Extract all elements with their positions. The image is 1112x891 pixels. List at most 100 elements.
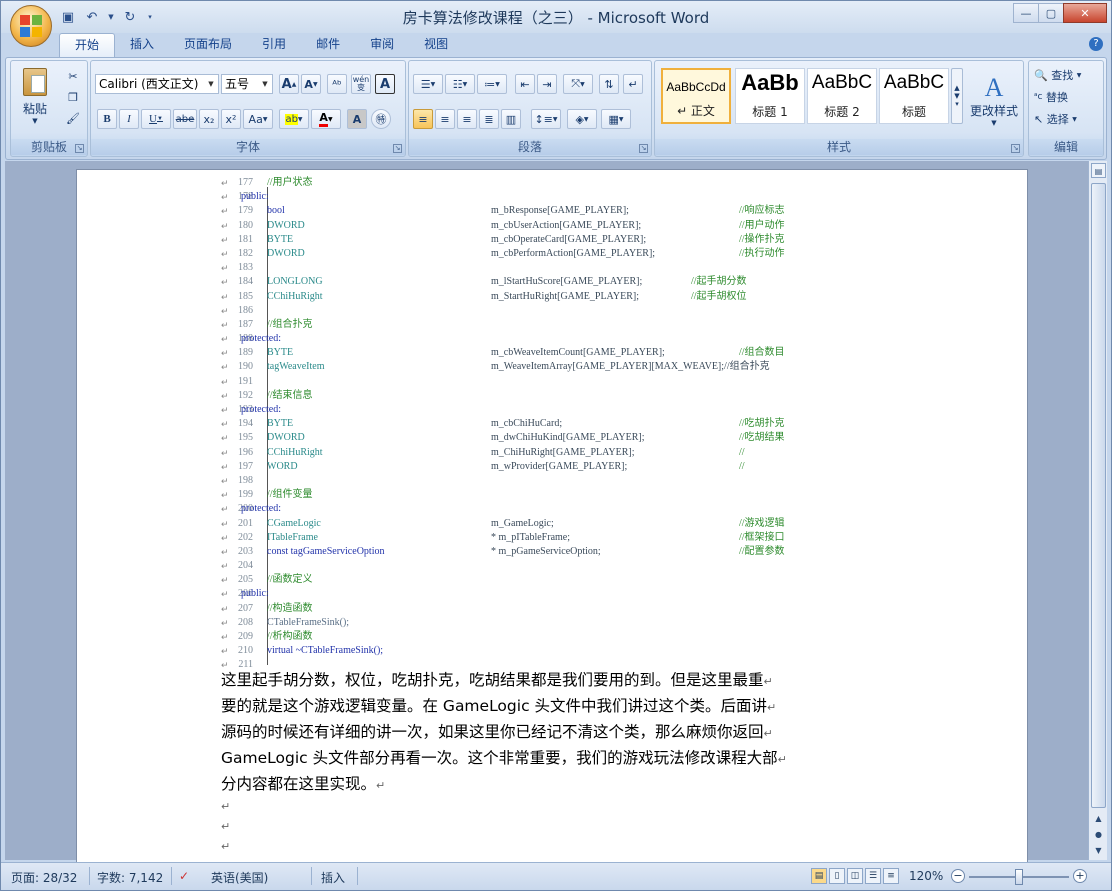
code-line: ↵ 186 [221, 304, 821, 318]
tab-page-layout[interactable]: 页面布局 [169, 33, 247, 57]
code-c1: WORD [267, 460, 298, 472]
style-heading-1[interactable]: AaBb 标题 1 [735, 68, 805, 124]
print-layout-view-icon[interactable]: ▤ [811, 868, 827, 884]
char-border-icon[interactable]: A [375, 74, 395, 94]
tab-insert[interactable]: 插入 [115, 33, 169, 57]
justify-icon[interactable]: ≣ [479, 109, 499, 129]
select-button[interactable]: ↖ 选择 ▼ [1033, 109, 1101, 129]
code-ln: 210 [238, 645, 253, 657]
styles-scroll[interactable]: ▲ ▼ ▾ [951, 68, 963, 124]
language[interactable]: 英语(美国) [211, 869, 268, 886]
subscript-button[interactable]: x₂ [199, 109, 219, 129]
tab-home[interactable]: 开始 [59, 33, 116, 57]
word-count[interactable]: 字数: 7,142 [97, 869, 163, 886]
zoom-level[interactable]: 120% [909, 869, 943, 883]
style-title[interactable]: AaBbC 标题 [879, 68, 949, 124]
line-spacing-icon[interactable]: ↕≡ ▼ [531, 109, 561, 129]
vertical-scrollbar[interactable]: ▤ ▲ ● ▼ [1088, 161, 1107, 860]
document-page[interactable]: ↵ 177 //用户状态 ↵ 178 public: ↵ 179 bool m_bResponse… [76, 169, 1028, 869]
ruler-toggle-icon[interactable]: ▤ [1091, 163, 1106, 178]
font-size-combo[interactable]: 五号 ▼ [221, 74, 273, 94]
sort-icon[interactable]: ⇅ [599, 74, 619, 94]
paste-button[interactable]: 粘贴 ▼ [17, 65, 53, 127]
cut-icon[interactable]: ✂ [63, 67, 83, 85]
decrease-indent-icon[interactable]: ⇤ [515, 74, 535, 94]
format-painter-icon[interactable]: 🖌 [63, 109, 83, 127]
maximize-button[interactable]: ▢ [1038, 3, 1064, 23]
insert-mode[interactable]: 插入 [321, 869, 345, 886]
tab-mailings[interactable]: 邮件 [301, 33, 355, 57]
align-right-icon[interactable]: ≡ [457, 109, 477, 129]
paragraph-dialog-launcher[interactable]: ↘ [639, 144, 648, 153]
draft-view-icon[interactable]: ≡ [883, 868, 899, 884]
select-browse-object-icon[interactable]: ● [1091, 827, 1106, 842]
clear-format-icon[interactable]: ᴬᵇ [327, 74, 347, 94]
code-c1: LONGLONG [267, 276, 323, 288]
highlight-button[interactable]: ab ▼ [279, 109, 309, 129]
superscript-button[interactable]: x² [221, 109, 241, 129]
code-line: ↵ 208 CTableFrameSink(); [221, 616, 821, 630]
proofing-icon[interactable]: ✓ [179, 869, 189, 883]
style-normal[interactable]: AaBbCcDd ↵ 正文 [661, 68, 731, 124]
code-c1: protected: [241, 503, 281, 515]
scroll-thumb[interactable] [1091, 183, 1106, 808]
paragraph-line: 这里起手胡分数，权位，吃胡扑克，吃胡结果都是我们要用的到。但是这里最重↵ [221, 671, 773, 689]
enclose-char-icon[interactable]: ㊕ [371, 109, 391, 129]
italic-button[interactable]: I [119, 109, 139, 129]
change-styles-button[interactable]: A 更改样式 ▼ [967, 65, 1021, 135]
char-shading-icon[interactable]: A [347, 109, 367, 129]
zoom-slider-thumb[interactable] [1015, 869, 1023, 885]
styles-dialog-launcher[interactable]: ↘ [1011, 144, 1020, 153]
chinese-layout-icon[interactable]: ⤧ ▼ [563, 74, 593, 94]
help-icon[interactable]: ? [1089, 37, 1103, 51]
shading-icon[interactable]: ◈ ▼ [567, 109, 597, 129]
shrink-font-button[interactable]: A ▼ [301, 74, 321, 94]
code-c2: m_wProvider[GAME_PLAYER]; [491, 460, 628, 472]
find-button[interactable]: 🔍 查找 ▼ [1033, 65, 1101, 85]
zoom-out-icon[interactable]: − [951, 869, 965, 883]
underline-button[interactable]: U ▼ [141, 109, 171, 129]
code-line: ↵ 205 //函数定义 [221, 573, 821, 587]
code-line: ↵ 194 BYTE m_cbChiHuCard; //吃胡扑克 [221, 417, 821, 431]
clipboard-dialog-launcher[interactable]: ↘ [75, 144, 84, 153]
outline-view-icon[interactable]: ☰ [865, 868, 881, 884]
close-button[interactable]: ✕ [1063, 3, 1107, 23]
font-dialog-launcher[interactable]: ↘ [393, 144, 402, 153]
copy-icon[interactable]: ❐ [63, 88, 83, 106]
page-count[interactable]: 页面: 28/32 [11, 869, 77, 886]
code-line: ↵ 210 virtual ~CTableFrameSink(); [221, 644, 821, 658]
next-page-icon[interactable]: ▼ [1091, 843, 1106, 858]
replace-button[interactable]: ᵃc 替换 [1033, 87, 1101, 107]
change-case-button[interactable]: Aa ▼ [243, 109, 273, 129]
tab-view[interactable]: 视图 [409, 33, 463, 57]
numbering-icon[interactable]: ☷ ▼ [445, 74, 475, 94]
full-screen-reading-icon[interactable]: ▯ [829, 868, 845, 884]
increase-indent-icon[interactable]: ⇥ [537, 74, 557, 94]
clipboard-group: 粘贴 ▼ ✂ ❐ 🖌 剪贴板 ↘ [10, 60, 88, 157]
font-name-combo[interactable]: Calibri (西文正文) ▼ [95, 74, 219, 94]
scroll-up-icon[interactable]: ▲ [954, 84, 959, 92]
align-left-icon[interactable]: ≡ [413, 109, 433, 129]
multilevel-list-icon[interactable]: ≔ ▼ [477, 74, 507, 94]
borders-icon[interactable]: ▦ ▼ [601, 109, 631, 129]
show-marks-icon[interactable]: ↵ [623, 74, 643, 94]
minimize-button[interactable]: — [1013, 3, 1039, 23]
web-layout-icon[interactable]: ◫ [847, 868, 863, 884]
phonetic-guide-button[interactable]: wén 变 [351, 74, 371, 94]
font-color-button[interactable]: A ▼ [311, 109, 341, 129]
office-button[interactable] [10, 5, 52, 47]
strikethrough-button[interactable]: abe [173, 109, 197, 129]
more-styles-icon[interactable]: ▾ [955, 100, 959, 108]
scroll-down-icon[interactable]: ▼ [954, 92, 959, 100]
align-center-icon[interactable]: ≡ [435, 109, 455, 129]
tab-review[interactable]: 审阅 [355, 33, 409, 57]
style-heading-2[interactable]: AaBbC 标题 2 [807, 68, 877, 124]
prev-page-icon[interactable]: ▲ [1091, 811, 1106, 826]
distributed-icon[interactable]: ▥ [501, 109, 521, 129]
zoom-in-icon[interactable]: + [1073, 869, 1087, 883]
tab-references[interactable]: 引用 [247, 33, 301, 57]
bullets-icon[interactable]: ☰ ▼ [413, 74, 443, 94]
bold-button[interactable]: B [97, 109, 117, 129]
grow-font-button[interactable]: A ▲ [279, 74, 299, 94]
code-c2: m_cbPerformAction[GAME_PLAYER]; [491, 247, 656, 259]
